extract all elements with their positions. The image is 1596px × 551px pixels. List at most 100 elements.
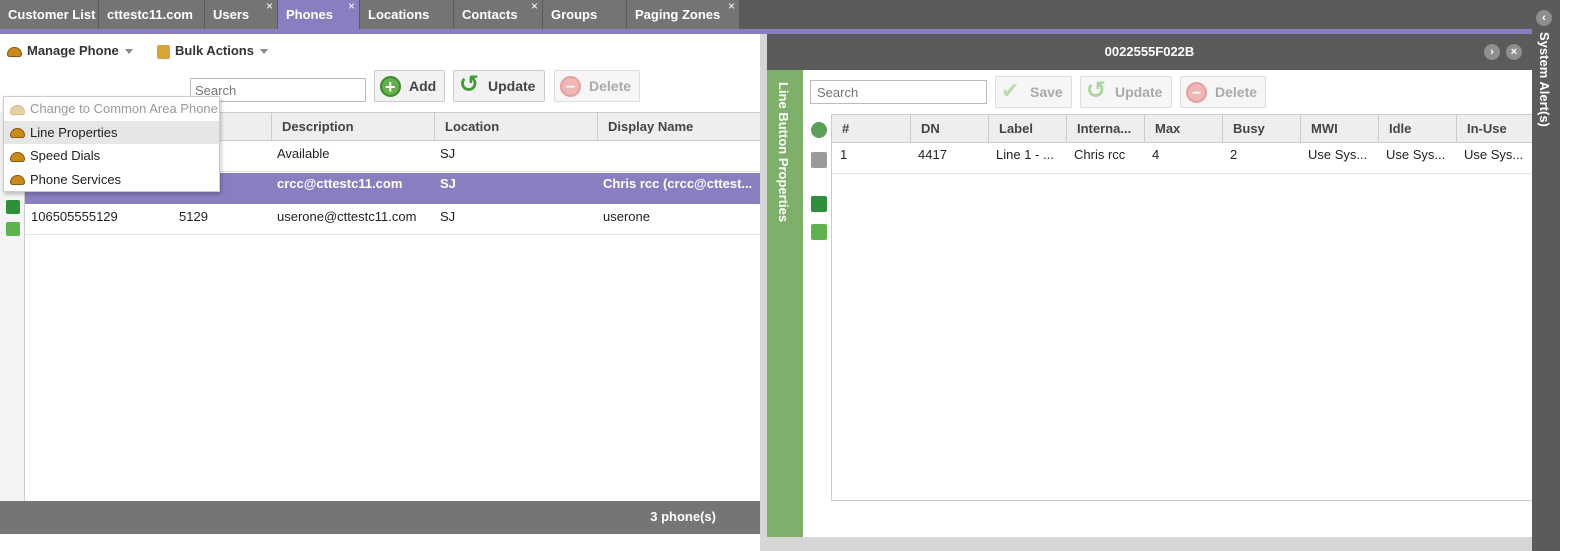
panel-title: 0022555F022B	[1104, 44, 1195, 59]
csv-export-icon[interactable]	[6, 222, 20, 236]
table-row[interactable]: 106505555129 5129 userone@cttestc11.com …	[25, 204, 760, 235]
tab-users[interactable]: Users ×	[205, 0, 278, 29]
system-alerts-label: System Alert(s)	[1537, 32, 1552, 127]
vertical-label: Line Button Properties	[776, 82, 791, 223]
print-icon[interactable]	[811, 152, 827, 168]
phone-icon	[10, 128, 25, 139]
system-alerts-bar[interactable]: ‹ System Alert(s)	[1532, 0, 1560, 551]
cell-label: Line 1 - ...	[996, 147, 1054, 162]
delete-icon	[560, 73, 581, 103]
panel-title-bar: 0022555F022B › ×	[767, 34, 1532, 70]
delete-icon	[1186, 79, 1207, 109]
cell-dn: 4417	[918, 147, 947, 162]
column-header-location[interactable]: Location	[434, 113, 597, 141]
tab-phones[interactable]: Phones ×	[278, 0, 360, 29]
column-header-idle[interactable]: Idle	[1378, 115, 1456, 143]
excel-export-icon[interactable]	[6, 200, 20, 214]
top-tab-bar: Customer List cttestc11.com Users × Phone…	[0, 0, 1560, 29]
save-button[interactable]: Save	[995, 76, 1072, 108]
tab-locations[interactable]: Locations	[360, 0, 454, 29]
tab-label: Phones	[286, 7, 333, 22]
tab-label: Paging Zones	[635, 7, 721, 22]
column-header-max[interactable]: Max	[1144, 115, 1222, 143]
collapse-icon[interactable]: ‹	[1536, 10, 1552, 26]
menu-item-speed-dials[interactable]: Speed Dials	[4, 144, 219, 168]
manage-phone-menu[interactable]: Manage Phone	[7, 42, 133, 60]
bulk-actions-menu[interactable]: Bulk Actions	[157, 42, 268, 60]
button-label: Delete	[589, 78, 632, 94]
cell-location: SJ	[440, 209, 456, 224]
close-icon[interactable]: ×	[266, 0, 273, 21]
column-header-number[interactable]: #	[832, 115, 910, 143]
tab-label: cttestc11.com	[107, 7, 193, 22]
cell-idle: Use Sys...	[1386, 147, 1446, 162]
table-row[interactable]: 1 4417 Line 1 - ... Chris rcc 4 2 Use Sy…	[832, 143, 1533, 174]
table-header: # DN Label Interna... Max Busy MWI Idle …	[832, 114, 1533, 143]
cell-dn: 5129	[179, 209, 208, 224]
refresh-icon[interactable]	[811, 122, 827, 138]
cell-description: crcc@cttestc11.com	[277, 176, 403, 191]
update-button[interactable]: Update	[453, 70, 545, 102]
phone-icon	[10, 104, 25, 115]
excel-export-icon[interactable]	[811, 196, 827, 212]
tab-groups[interactable]: Groups	[543, 0, 627, 29]
tab-domain[interactable]: cttestc11.com	[99, 0, 205, 29]
phone-count: 3 phone(s)	[650, 509, 716, 524]
tab-label: Customer List	[8, 7, 96, 22]
forward-icon[interactable]: ›	[1484, 44, 1500, 60]
cell-number: 1	[840, 147, 848, 162]
cell-description: Available	[277, 146, 330, 161]
csv-export-icon[interactable]	[811, 224, 827, 240]
manage-phone-dropdown: Change to Common Area Phone Line Propert…	[3, 96, 220, 192]
close-icon[interactable]: ×	[1506, 44, 1522, 60]
close-icon[interactable]: ×	[531, 0, 538, 21]
phone-icon	[10, 151, 25, 162]
tab-label: Contacts	[462, 7, 518, 22]
line-delete-button[interactable]: Delete	[1180, 76, 1266, 109]
menu-item-label: Change to Common Area Phone	[30, 101, 218, 116]
close-icon[interactable]: ×	[348, 0, 355, 21]
cell-name: 106505555129	[31, 209, 118, 224]
cell-display-name: userone	[603, 209, 650, 224]
line-buttons-table: # DN Label Interna... Max Busy MWI Idle …	[831, 114, 1533, 501]
chevron-down-icon	[259, 49, 268, 55]
menu-item-line-properties[interactable]: Line Properties	[4, 120, 219, 144]
column-header-in-use[interactable]: In-Use	[1456, 115, 1533, 143]
column-header-label[interactable]: Label	[988, 115, 1066, 143]
button-label: Save	[1030, 84, 1063, 100]
cell-internal: Chris rcc	[1074, 147, 1126, 162]
column-header-busy[interactable]: Busy	[1222, 115, 1300, 143]
menu-item-phone-services[interactable]: Phone Services	[4, 168, 219, 192]
line-button-properties-bar[interactable]: Line Button Properties	[767, 70, 803, 537]
update-icon	[1086, 76, 1107, 106]
panel-splitter[interactable]	[760, 34, 767, 551]
line-properties-panel: 0022555F022B › × Line Button Properties …	[767, 34, 1533, 551]
close-icon[interactable]: ×	[728, 0, 735, 21]
tab-customer-list[interactable]: Customer List	[0, 0, 99, 29]
delete-button[interactable]: Delete	[554, 70, 640, 103]
line-search-input[interactable]	[810, 80, 987, 104]
cell-mwi: Use Sys...	[1308, 147, 1368, 162]
tab-contacts[interactable]: Contacts ×	[454, 0, 543, 29]
menu-item-label: Phone Services	[30, 171, 122, 187]
line-update-button[interactable]: Update	[1080, 76, 1172, 108]
cell-location: SJ	[440, 146, 456, 161]
add-button[interactable]: Add	[374, 70, 445, 102]
cell-in-use: Use Sys...	[1464, 147, 1524, 162]
column-header-internal[interactable]: Interna...	[1066, 115, 1144, 143]
column-header-display-name[interactable]: Display Name	[597, 113, 760, 141]
column-header-description[interactable]: Description	[271, 113, 434, 141]
tab-paging-zones[interactable]: Paging Zones ×	[627, 0, 740, 29]
tab-label: Users	[213, 7, 250, 22]
phone-icon	[7, 46, 22, 57]
menu-item-change-to-common-area-phone[interactable]: Change to Common Area Phone	[4, 97, 219, 121]
column-header-mwi[interactable]: MWI	[1300, 115, 1378, 143]
cell-location: SJ	[440, 176, 456, 191]
save-icon	[1001, 76, 1022, 106]
cell-description: userone@cttestc11.com	[277, 209, 417, 224]
cell-busy: 2	[1230, 147, 1238, 162]
menu-item-label: Line Properties	[30, 124, 118, 140]
bulk-actions-icon	[157, 44, 170, 59]
cell-display-name: Chris rcc (crcc@cttest...	[603, 176, 753, 191]
column-header-dn[interactable]: DN	[910, 115, 988, 143]
